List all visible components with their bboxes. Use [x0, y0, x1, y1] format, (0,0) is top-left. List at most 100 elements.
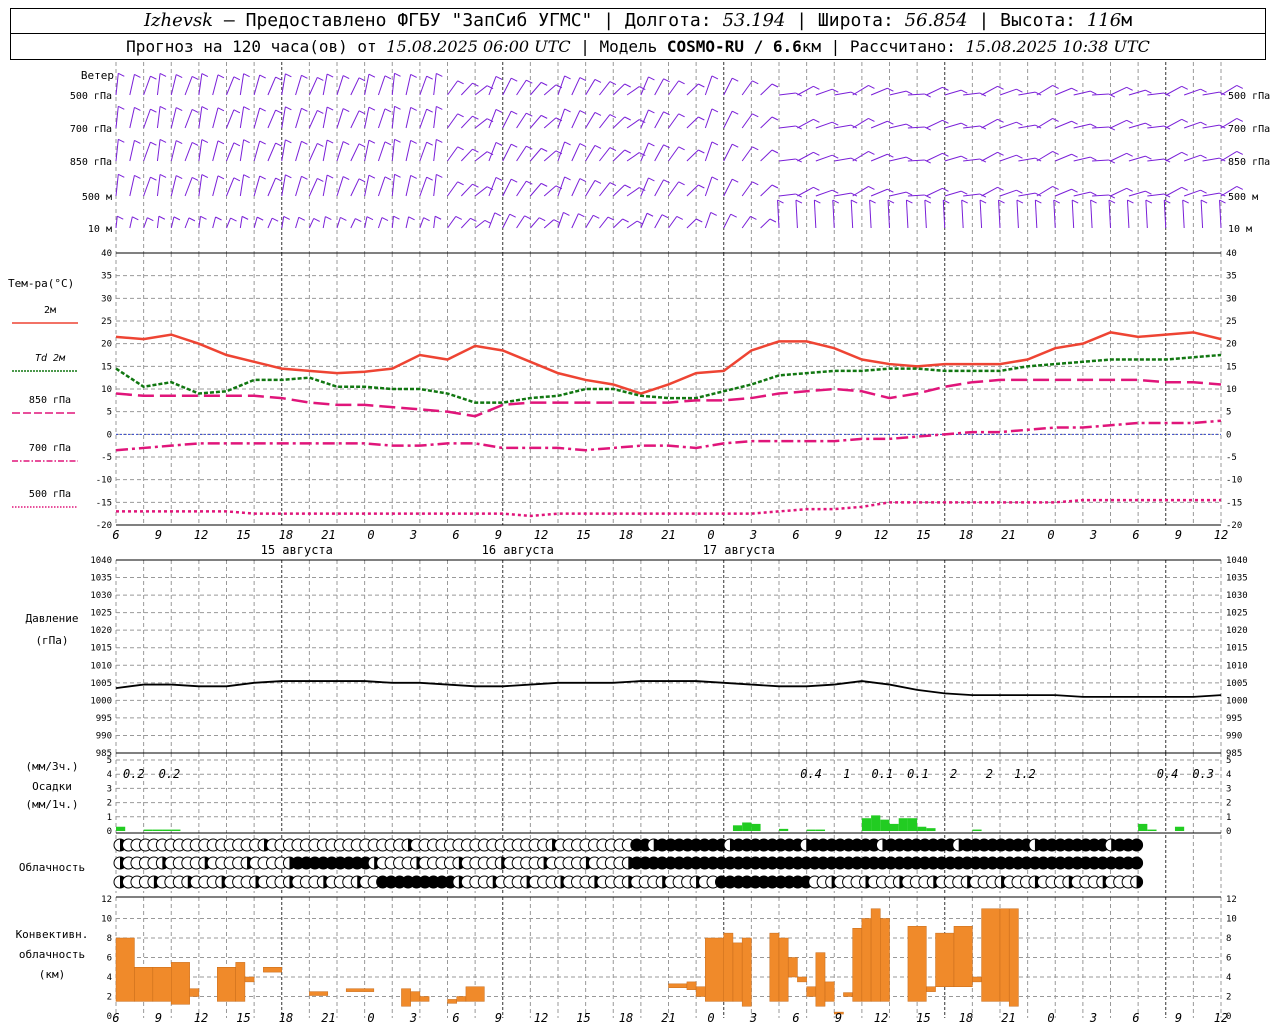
wind-barb [852, 117, 869, 129]
conv-cloud-bar [401, 988, 411, 1007]
hour-tick-label: 21 [321, 528, 335, 542]
wind-barb-flag [410, 139, 417, 144]
wind-barb-flag [924, 199, 932, 204]
wind-barb [529, 148, 542, 162]
wind-barb-flag [563, 211, 570, 216]
wind-barb [253, 74, 261, 96]
wind-barb-flag [869, 199, 876, 204]
wind-barb-flag [1181, 151, 1188, 156]
wind-barb-flag [1016, 154, 1023, 159]
pressure-tick-right: 1020 [1226, 626, 1248, 636]
wind-barb [1128, 122, 1146, 129]
wind-barb-flag [1145, 190, 1152, 195]
wind-barb-flag [648, 177, 655, 182]
hour-tick-label: 18 [279, 528, 293, 542]
hour-tick-label-bottom: 12 [1214, 1011, 1228, 1024]
wind-barb [654, 78, 665, 96]
wind-barb [226, 76, 235, 96]
wind-barb [668, 113, 680, 129]
wind-barb [253, 140, 261, 162]
wind-barb [419, 141, 428, 162]
wind-barb-flag [134, 139, 141, 144]
temp-tick-left: 25 [101, 317, 112, 327]
wind-barb-flag [285, 73, 292, 78]
wind-barb-flag [868, 84, 875, 89]
wind-barb-flag [1071, 120, 1078, 125]
wind-barb [364, 175, 370, 197]
wind-barb [640, 213, 648, 229]
wind-barb-flag [538, 217, 546, 222]
wind-barb [686, 184, 699, 197]
wind-barb-flag [191, 108, 199, 113]
wind-barb [1128, 155, 1146, 162]
wind-barb-flag [777, 199, 784, 204]
precip-3h-label: 2 [950, 767, 957, 781]
wind-barb-flag [243, 139, 250, 144]
wind-barb-flag [134, 73, 141, 78]
wind-barb [1036, 185, 1053, 197]
conv-tick-right: 8 [1226, 934, 1231, 944]
conv-tick-left: 2 [107, 993, 112, 1003]
wind-level-label-left: 700 гПа [70, 124, 112, 135]
wind-barb-flag [553, 219, 560, 224]
wind-barb [612, 116, 626, 129]
hour-tick-label-bottom: 21 [1001, 1011, 1015, 1024]
conv-cloud-bar [787, 957, 798, 978]
wind-barb-flag [609, 114, 617, 119]
wind-barb [460, 183, 473, 197]
conv-cloud-bar [419, 996, 430, 1002]
conv-tick-left: 4 [107, 973, 112, 983]
wind-barb-flag [676, 215, 683, 220]
wind-barb-flag [511, 110, 518, 115]
wind-barb-flag [495, 176, 503, 181]
wind-barb [869, 200, 872, 229]
wind-barb-flag [132, 216, 139, 221]
wind-barb-flag [368, 73, 376, 78]
wind-barb-flag [426, 141, 433, 146]
wind-barb [1018, 192, 1036, 197]
wind-barb [723, 213, 732, 229]
temp-tick-right: 10 [1226, 385, 1237, 395]
wind-barb [336, 108, 344, 129]
conv-cloud-bar [695, 986, 706, 997]
conv-tick-right: 2 [1226, 993, 1231, 1003]
wind-barb-flag [997, 118, 1004, 123]
wind-barb-flag [408, 216, 415, 221]
pressure-tick-right: 995 [1226, 714, 1242, 724]
precip-tick-left: 5 [107, 756, 112, 766]
wind-title: Ветер [81, 69, 114, 82]
wind-barb [156, 106, 161, 129]
precip-3h-label: 0.4 [800, 767, 822, 781]
wind-barb [170, 74, 177, 96]
wind-barb-flag [191, 141, 199, 146]
wind-barb-flag [426, 176, 433, 181]
precip-3h-label: 0.2 [159, 767, 181, 781]
wind-barb [156, 174, 161, 197]
wind-barb-flag [905, 156, 913, 161]
conv-cloud-bar [861, 918, 872, 1002]
wind-barb-flag [624, 116, 631, 121]
wind-barb-flag [200, 215, 207, 220]
wind-barb [322, 174, 328, 197]
wind-barb-flag [159, 72, 167, 77]
wind-barb [1110, 119, 1127, 129]
wind-barb [907, 126, 925, 129]
hour-tick-label-bottom: 0 [707, 1011, 714, 1024]
wind-barb-flag [1182, 199, 1189, 204]
wind-barb-flag [942, 152, 949, 157]
conv-tick-right: 6 [1226, 954, 1231, 964]
conv-cloud-bar [263, 967, 283, 973]
wind-barb [813, 200, 817, 229]
wind-barb-flag [1035, 199, 1042, 204]
wind-barb-flag [579, 143, 587, 147]
wind-barb [760, 184, 773, 197]
pressure-tick-right: 990 [1226, 731, 1242, 741]
hour-tick-label-bottom: 0 [367, 1011, 374, 1024]
hour-tick-label: 3 [1089, 528, 1097, 542]
pressure-tick-right: 1030 [1226, 591, 1248, 601]
wind-barb [543, 84, 557, 96]
wind-barb-flag [813, 151, 820, 156]
wind-barb [267, 142, 277, 162]
wind-barb-flag [175, 74, 183, 79]
wind-barb [170, 175, 177, 197]
